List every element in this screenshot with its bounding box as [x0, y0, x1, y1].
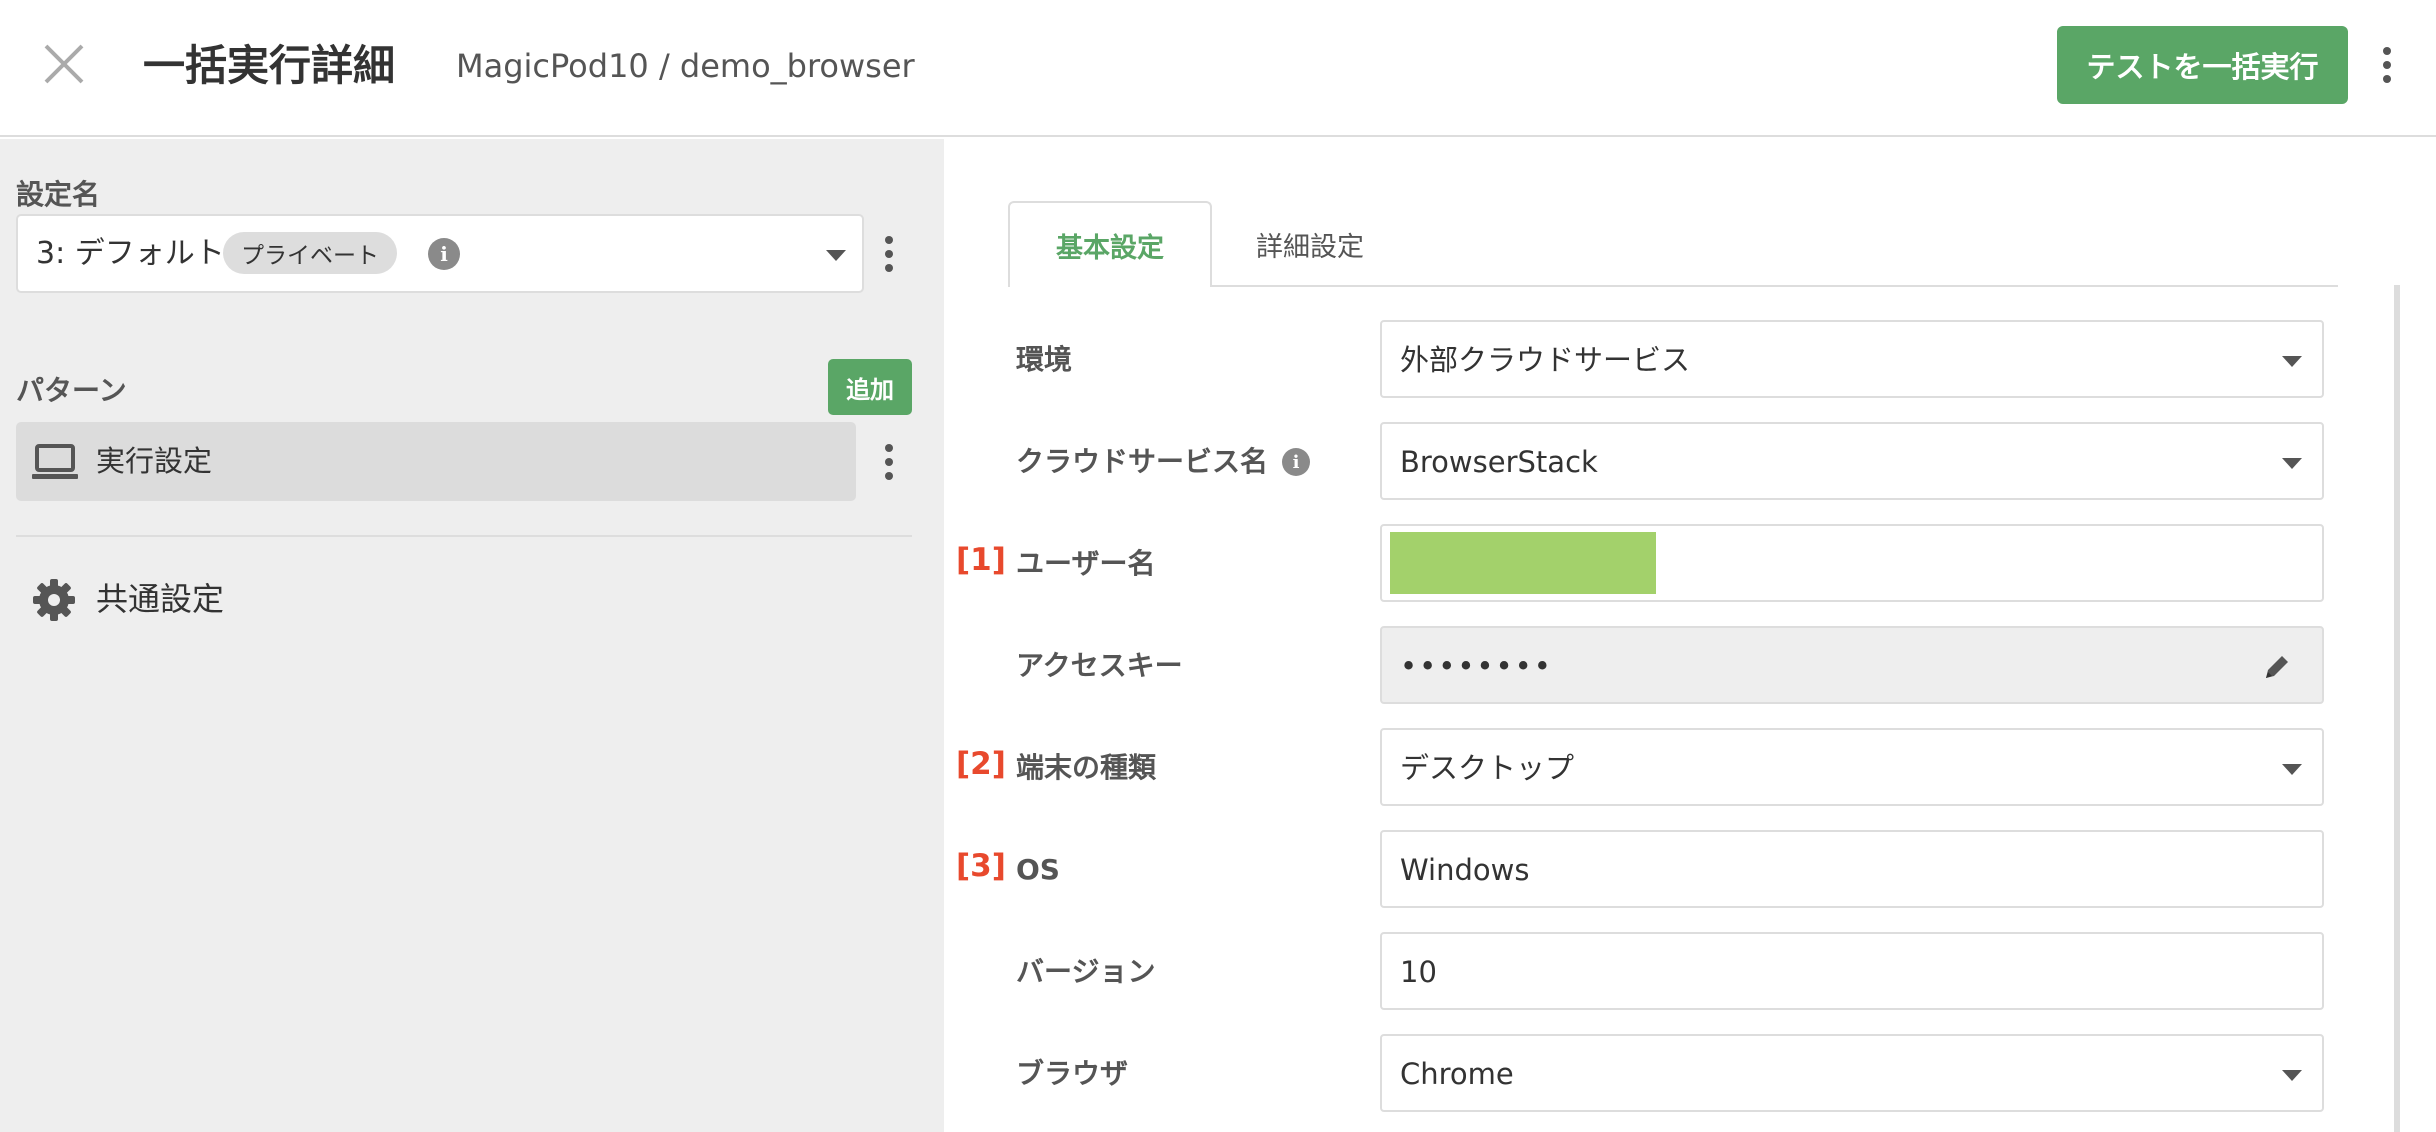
- page-title: 一括実行詳細: [143, 41, 396, 90]
- username-label: ユーザー名: [1016, 547, 1156, 580]
- browser-value: Chrome: [1400, 1057, 1514, 1091]
- info-icon[interactable]: i: [428, 238, 460, 270]
- redaction-block: [1390, 532, 1656, 594]
- pencil-icon[interactable]: [2262, 652, 2292, 682]
- info-icon[interactable]: i: [1282, 448, 1310, 476]
- browser-label: ブラウザ: [1016, 1057, 1129, 1090]
- chevron-down-icon: [2282, 356, 2302, 367]
- form-row-device-type: [2] 端末の種類 デスクトップ: [944, 728, 2384, 806]
- os-input[interactable]: Windows: [1380, 830, 2324, 908]
- form-row-cloud-service: クラウドサービス名 i BrowserStack: [944, 422, 2384, 500]
- version-value: 10: [1400, 955, 1437, 989]
- annotation-number: [2]: [956, 746, 1006, 782]
- tab-advanced-settings[interactable]: 詳細設定: [1212, 201, 1408, 287]
- cloud-service-select[interactable]: BrowserStack: [1380, 422, 2324, 500]
- form-row-browser: ブラウザ Chrome: [944, 1034, 2384, 1112]
- close-button[interactable]: [38, 38, 90, 90]
- add-pattern-button[interactable]: 追加: [828, 359, 912, 415]
- form-row-access-key: アクセスキー ••••••••: [944, 626, 2384, 704]
- form-row-os: [3] OS Windows: [944, 830, 2384, 908]
- version-input[interactable]: 10: [1380, 932, 2324, 1010]
- version-label: バージョン: [1016, 955, 1156, 988]
- pattern-item-label: 実行設定: [96, 444, 213, 478]
- environment-label: 環境: [1016, 343, 1073, 376]
- sidebar-item-pattern[interactable]: 実行設定: [16, 422, 856, 501]
- chevron-down-icon: [2282, 764, 2302, 775]
- common-settings-label: 共通設定: [96, 580, 225, 618]
- sidebar-divider: [16, 535, 912, 537]
- tab-basic-settings[interactable]: 基本設定: [1008, 201, 1212, 287]
- breadcrumb: MagicPod10 / demo_browser: [456, 47, 915, 85]
- pattern-more-icon[interactable]: [872, 437, 906, 487]
- sidebar: 設定名 3: デフォルト プライベート i パターン 追加 実行設定 共通設定: [0, 139, 944, 1132]
- more-options-icon[interactable]: [2370, 33, 2404, 97]
- device-type-value: デスクトップ: [1400, 751, 1575, 785]
- main-panel: 基本設定 詳細設定 環境 外部クラウドサービス クラウドサービス名 i Brow…: [944, 139, 2436, 1132]
- run-tests-button[interactable]: テストを一括実行: [2057, 26, 2348, 104]
- access-key-value: ••••••••: [1400, 649, 1553, 683]
- environment-value: 外部クラウドサービス: [1400, 343, 1691, 377]
- gear-icon: [33, 579, 75, 621]
- access-key-label: アクセスキー: [1016, 649, 1183, 682]
- environment-select[interactable]: 外部クラウドサービス: [1380, 320, 2324, 398]
- setting-name-label: 設定名: [16, 178, 101, 211]
- close-icon: [44, 44, 84, 84]
- page-header: 一括実行詳細 MagicPod10 / demo_browser テストを一括実…: [0, 0, 2436, 137]
- username-input[interactable]: [1380, 524, 2324, 602]
- annotation-number: [1]: [956, 542, 1006, 578]
- private-badge: プライベート: [223, 232, 397, 274]
- panel-border: [2394, 285, 2400, 1132]
- laptop-icon: [32, 444, 78, 479]
- form-row-username: [1] ユーザー名: [944, 524, 2384, 602]
- cloud-service-label: クラウドサービス名: [1016, 445, 1269, 478]
- form-row-environment: 環境 外部クラウドサービス: [944, 320, 2384, 398]
- cloud-service-value: BrowserStack: [1400, 445, 1598, 479]
- setting-select-value: 3: デフォルト: [36, 236, 225, 271]
- chevron-down-icon: [826, 250, 846, 261]
- browser-select[interactable]: Chrome: [1380, 1034, 2324, 1112]
- sidebar-item-common-settings[interactable]: 共通設定: [16, 564, 416, 634]
- os-value: Windows: [1400, 853, 1530, 887]
- device-type-select[interactable]: デスクトップ: [1380, 728, 2324, 806]
- device-type-label: 端末の種類: [1016, 751, 1157, 784]
- setting-more-icon[interactable]: [872, 229, 906, 279]
- access-key-field[interactable]: ••••••••: [1380, 626, 2324, 704]
- chevron-down-icon: [2282, 1070, 2302, 1081]
- setting-select[interactable]: 3: デフォルト プライベート i: [16, 214, 864, 293]
- pattern-label: パターン: [16, 374, 127, 407]
- annotation-number: [3]: [956, 848, 1006, 884]
- form-row-version: バージョン 10: [944, 932, 2384, 1010]
- chevron-down-icon: [2282, 458, 2302, 469]
- os-label: OS: [1016, 853, 1060, 886]
